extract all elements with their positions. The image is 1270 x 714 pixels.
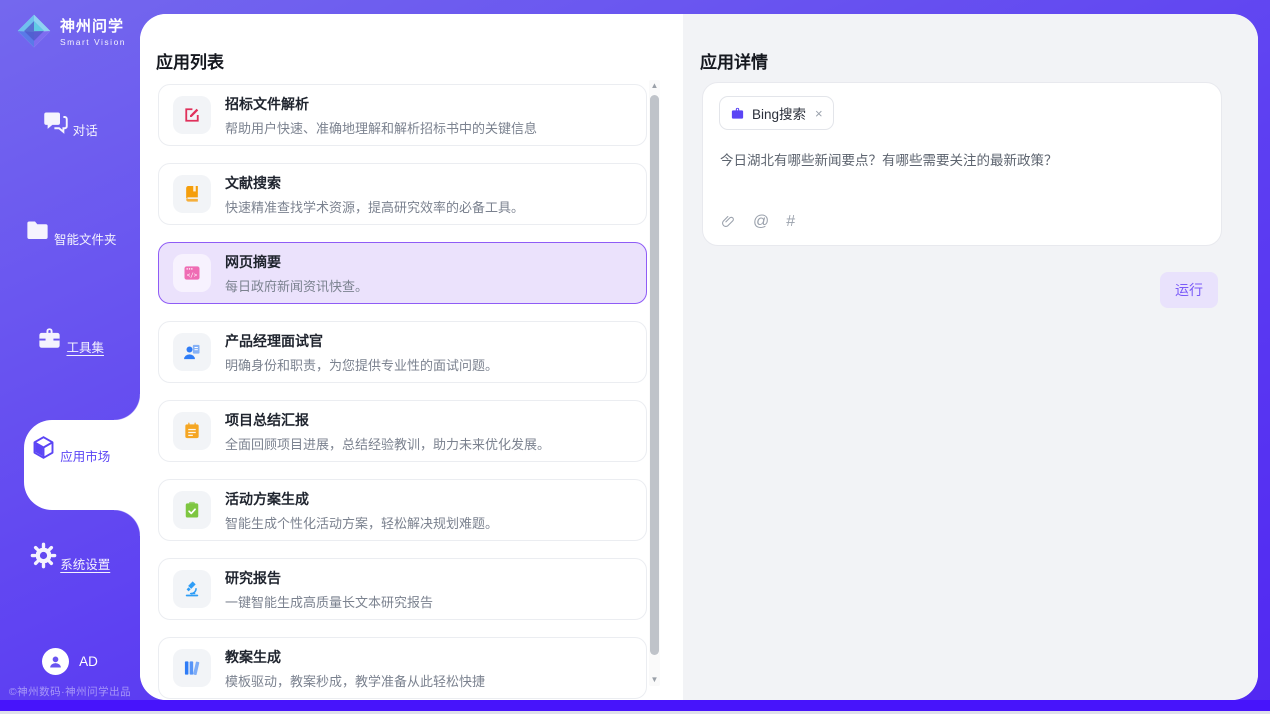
sidebar-item-label: 智能文件夹 [54, 229, 117, 248]
app-desc: 每日政府新闻资讯快查。 [225, 276, 368, 295]
user-initials: AD [79, 654, 98, 669]
scrollbar-thumb[interactable] [650, 95, 659, 655]
tool-chip-bing-search[interactable]: Bing搜索 × [719, 96, 834, 130]
user-account[interactable]: AD [0, 648, 140, 675]
scrollbar-up-arrow[interactable]: ▲ [649, 80, 660, 92]
books-icon [173, 649, 211, 687]
clipboard-check-icon [173, 491, 211, 529]
book-icon [173, 175, 211, 213]
person-icon [47, 653, 64, 670]
browser-code-icon: </> [173, 254, 211, 292]
app-desc: 一键智能生成高质量长文本研究报告 [225, 592, 433, 611]
copyright-footer: ©神州数码·神州问学出品 [0, 684, 140, 699]
app-desc: 模板驱动，教案秒成，教学准备从此轻松快捷 [225, 671, 485, 690]
svg-text:</>: </> [187, 273, 198, 279]
app-card-pm-interviewer[interactable]: 产品经理面试官 明确身份和职责，为您提供专业性的面试问题。 [158, 321, 647, 383]
app-list-title: 应用列表 [156, 48, 224, 73]
sidebar-item-smart-folder[interactable]: 智能文件夹 [0, 217, 140, 248]
app-card-event-plan[interactable]: 活动方案生成 智能生成个性化活动方案，轻松解决规划难题。 [158, 479, 647, 541]
app-card-project-summary[interactable]: 项目总结汇报 全面回顾项目进展，总结经验教训，助力未来优化发展。 [158, 400, 647, 462]
prompt-toolbar: @ # [720, 213, 795, 231]
sidebar: 神州问学 Smart Vision 对话 智能文件夹 工具集 [0, 0, 140, 700]
app-desc: 明确身份和职责，为您提供专业性的面试问题。 [225, 355, 498, 374]
sidebar-item-label: 应用市场 [60, 446, 110, 465]
sidebar-item-settings[interactable]: 系统设置 [0, 542, 140, 573]
gear-icon [30, 542, 57, 569]
app-logo: 神州问学 Smart Vision [16, 13, 126, 49]
window-bottom-bar [0, 700, 1270, 711]
app-name: 文献搜索 [225, 173, 524, 193]
note-icon [173, 412, 211, 450]
app-desc: 全面回顾项目进展，总结经验教训，助力未来优化发展。 [225, 434, 550, 453]
at-sign-icon[interactable]: @ [753, 213, 769, 231]
sidebar-item-chat[interactable]: 对话 [0, 108, 140, 139]
app-desc: 快速精准查找学术资源，提高研究效率的必备工具。 [225, 197, 524, 216]
app-card-web-summary[interactable]: </> 网页摘要 每日政府新闻资讯快查。 [158, 242, 647, 304]
app-name: 教案生成 [225, 647, 485, 667]
folder-icon [24, 217, 51, 244]
app-name: 网页摘要 [225, 252, 368, 272]
main-content: 应用列表 招标文件解析 帮助用户快速、准确地理解和解析招标书中的关键信息 [140, 14, 1258, 700]
briefcase-icon [730, 106, 745, 121]
person-doc-icon [173, 333, 211, 371]
app-desc: 帮助用户快速、准确地理解和解析招标书中的关键信息 [225, 118, 537, 137]
app-card-literature-search[interactable]: 文献搜索 快速精准查找学术资源，提高研究效率的必备工具。 [158, 163, 647, 225]
brand-name: 神州问学 [60, 15, 126, 36]
paperclip-icon[interactable] [720, 214, 736, 230]
toolbox-icon [36, 325, 63, 352]
hash-icon[interactable]: # [786, 213, 795, 231]
tool-chip-label: Bing搜索 [752, 103, 806, 123]
sidebar-item-label: 工具集 [66, 337, 104, 356]
app-card-research-report[interactable]: 研究报告 一键智能生成高质量长文本研究报告 [158, 558, 647, 620]
app-detail-title: 应用详情 [700, 48, 768, 73]
sidebar-item-app-market[interactable]: 应用市场 [0, 434, 140, 465]
chat-icon [42, 108, 69, 135]
diamond-logo-icon [16, 13, 52, 49]
close-icon[interactable]: × [815, 106, 823, 121]
app-name: 研究报告 [225, 568, 433, 588]
run-button[interactable]: 运行 [1160, 272, 1218, 308]
app-card-bid-parse[interactable]: 招标文件解析 帮助用户快速、准确地理解和解析招标书中的关键信息 [158, 84, 647, 146]
app-detail-panel: 应用详情 Bing搜索 × 今日湖北有哪些新闻要点？有哪些需要关注的最新政策？ … [683, 14, 1258, 700]
app-card-list: 招标文件解析 帮助用户快速、准确地理解和解析招标书中的关键信息 文献搜索 快速精… [158, 84, 647, 700]
microscope-icon [173, 570, 211, 608]
list-scrollbar[interactable]: ▲ ▼ [649, 80, 660, 686]
app-desc: 智能生成个性化活动方案，轻松解决规划难题。 [225, 513, 498, 532]
edit-square-icon [173, 96, 211, 134]
sidebar-item-label: 系统设置 [60, 554, 110, 573]
app-name: 产品经理面试官 [225, 331, 498, 351]
prompt-card: Bing搜索 × 今日湖北有哪些新闻要点？有哪些需要关注的最新政策？ @ # [702, 82, 1222, 246]
prompt-text[interactable]: 今日湖北有哪些新闻要点？有哪些需要关注的最新政策？ [720, 149, 1205, 169]
app-card-lesson-plan[interactable]: 教案生成 模板驱动，教案秒成，教学准备从此轻松快捷 [158, 637, 647, 699]
app-name: 项目总结汇报 [225, 410, 550, 430]
app-list-panel: 应用列表 招标文件解析 帮助用户快速、准确地理解和解析招标书中的关键信息 [140, 14, 683, 700]
app-name: 招标文件解析 [225, 94, 537, 114]
avatar [42, 648, 69, 675]
cube-icon [30, 434, 57, 461]
app-name: 活动方案生成 [225, 489, 498, 509]
sidebar-item-toolset[interactable]: 工具集 [0, 325, 140, 356]
scrollbar-down-arrow[interactable]: ▼ [649, 674, 660, 686]
sidebar-item-label: 对话 [73, 120, 98, 139]
brand-subtitle: Smart Vision [60, 37, 126, 47]
